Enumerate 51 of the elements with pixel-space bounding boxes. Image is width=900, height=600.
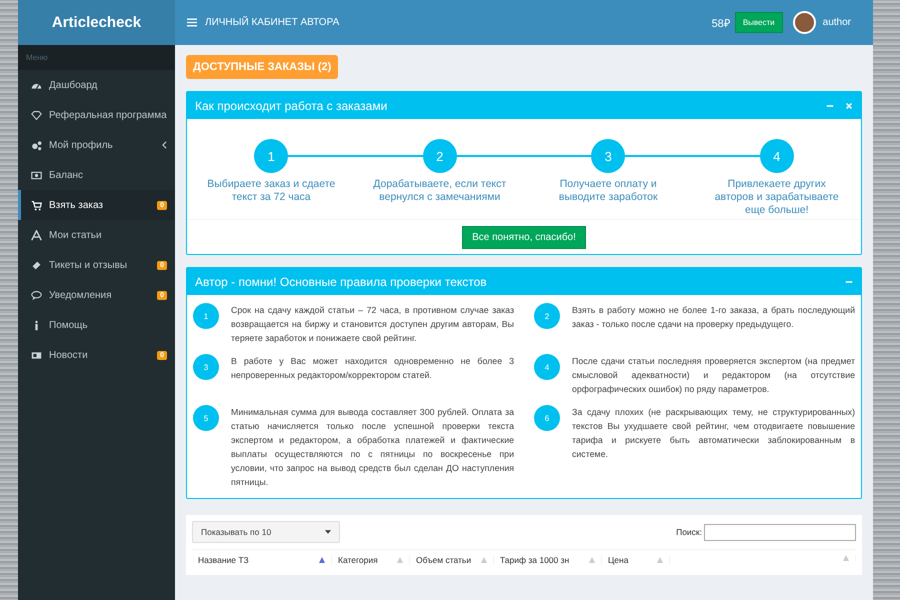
search-label: Поиск: [676, 527, 702, 537]
rule-text: После сдачи статьи последняя проверяется экспертом (на предмет смысловой адекватности) и редактором (на отсутствие орфографических ошибок) по ряду параметров. [572, 355, 855, 396]
step-text: Дорабатываете, если текст вернулся с замечаниями [372, 178, 508, 204]
step-number: 1 [254, 139, 288, 173]
page-title: ЛИЧНЫЙ КАБИНЕТ АВТОРА [205, 17, 340, 28]
rule-number: 2 [534, 303, 560, 329]
rule-number: 5 [193, 405, 219, 431]
username[interactable]: author [822, 17, 851, 28]
rule-text: В работе у Вас может находится одновременно не более 3 непроверенных редактором/корректором статей. [231, 355, 514, 382]
panel-title: Автор - помни! Основные правила проверки текстов [195, 274, 488, 288]
sidebar-item[interactable]: Реферальная программа [18, 100, 175, 130]
step-text: Получаете оплату и выводите заработок [558, 178, 659, 204]
step-text: Выбираете заказ и сдаете текст за 72 часа [206, 178, 336, 204]
caret-icon [325, 530, 331, 534]
rule-number: 1 [193, 303, 219, 329]
column-header[interactable]: Категория [332, 555, 410, 565]
rule-number: 3 [193, 354, 219, 380]
newspaper-icon [31, 350, 42, 360]
sidebar-item[interactable]: Мой профиль [18, 130, 175, 160]
speech-bubble-icon [31, 290, 42, 300]
cart-icon [31, 200, 42, 210]
search-field[interactable] [704, 524, 856, 540]
brand-logo[interactable]: Articlecheck [18, 0, 175, 45]
letter-icon [31, 230, 42, 240]
column-header[interactable]: Тариф за 1000 зн [494, 555, 602, 565]
balance-amount: 58₽ [712, 17, 730, 30]
rule-number: 6 [534, 405, 560, 431]
sidebar-item[interactable]: Баланс [18, 160, 175, 190]
rule-text: Минимальная сумма для вывода составляет 300 рублей. Оплата за статью начисляется только после успешной проверки текста экспертом и редактором, а обработка платежей и фактические выплаты осуществляются по с пятницы по воскресенье при условии, что запрос на вывод средств был сделан ДО наступления пятницы. [231, 406, 514, 489]
step-number: 3 [591, 139, 626, 173]
avatar[interactable] [792, 11, 816, 34]
panel-title: Как происходит работа с заказами [195, 98, 388, 112]
step-number: 2 [422, 139, 457, 173]
column-header[interactable]: Цена [602, 555, 670, 565]
diamond-icon [31, 110, 42, 120]
rule-number: 4 [534, 354, 560, 380]
page-size-dropdown[interactable]: Показывать по 10 [192, 521, 340, 543]
step-text: Привлекаете других авторов и зарабатываете еще больше! [714, 178, 840, 218]
close-icon[interactable] [845, 102, 853, 110]
column-header[interactable]: Объем статьи [410, 555, 494, 565]
rule-text: Срок на сдачу каждой статьи – 72 часа, в противном случае заказ возвращается на биржу и становится доступен другим авторам, Вы теряете заработок и понижаете свой рейтинг. [231, 304, 514, 345]
menu-heading: Меню [18, 45, 175, 70]
rule-text: Взять в работу можно не более 1-го заказа, а брать последующий заказ - только после сдачи на проверку предыдущего. [572, 304, 855, 331]
sidebar-item[interactable]: Помощь [18, 310, 175, 340]
money-icon [31, 170, 42, 180]
sidebar-item[interactable]: Дашбоард [18, 70, 175, 100]
column-header[interactable]: Название ТЗ [192, 555, 332, 565]
rule-text: За сдачу плохих (не раскрывающих тему, не структурированных) текстов Вы ухудшаете свой рейтинг, чем отодвигаете повышение тарифа и рискуете быть автоматически заблокированным в системе. [572, 406, 855, 461]
step-number: 4 [760, 139, 794, 173]
sidebar-item[interactable]: Мои статьи [18, 220, 175, 250]
menu-icon[interactable] [187, 18, 197, 27]
